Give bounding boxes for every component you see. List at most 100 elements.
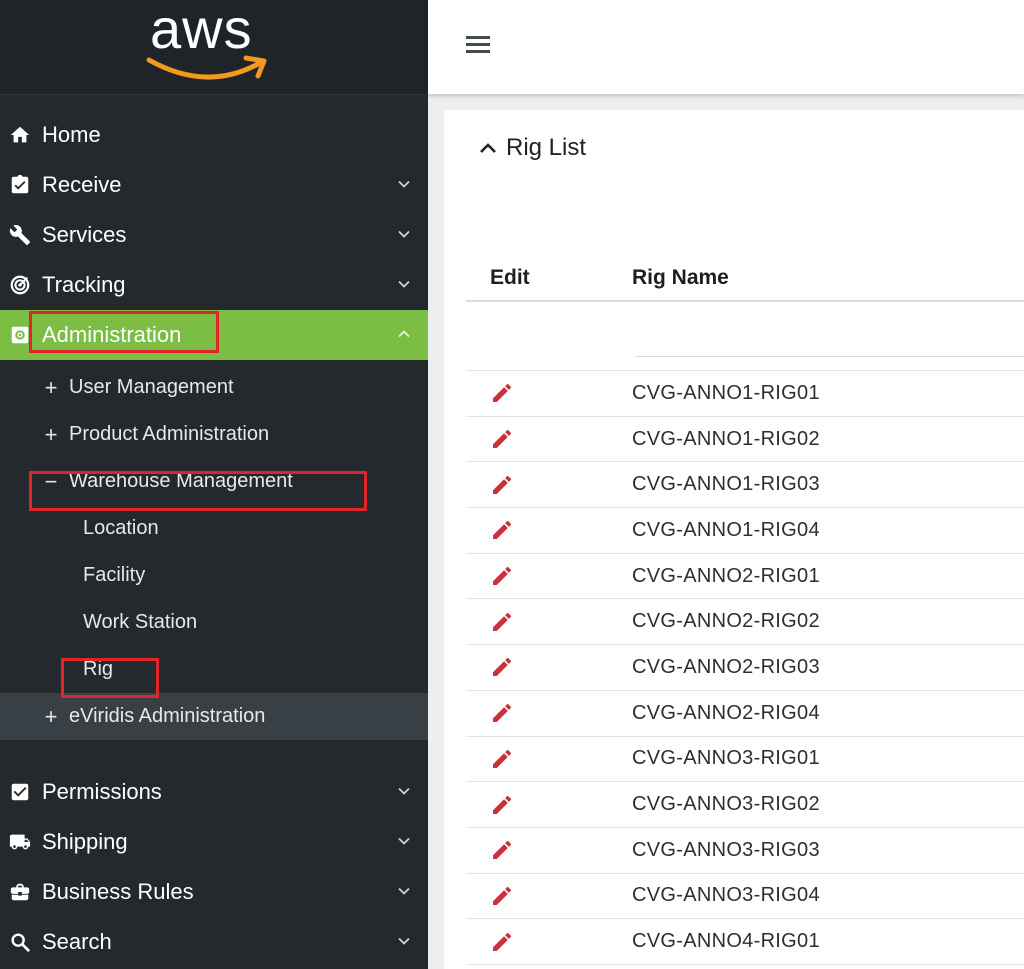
table-row: CVG-ANNO1-RIG03	[466, 462, 1024, 509]
table-row: CVG-ANNO4-RIG01	[466, 919, 1024, 965]
rig-name-cell: CVG-ANNO2-RIG02	[632, 610, 820, 633]
rig-name-cell: CVG-ANNO1-RIG03	[632, 473, 820, 496]
chevron-down-icon[interactable]	[394, 831, 414, 851]
chevron-down-icon[interactable]	[394, 174, 414, 194]
edit-cell	[466, 655, 632, 679]
pencil-edit-icon[interactable]	[490, 793, 514, 817]
pencil-edit-icon[interactable]	[490, 655, 514, 679]
table-row: CVG-ANNO1-RIG04	[466, 508, 1024, 554]
top-bar	[428, 0, 1024, 94]
pencil-edit-icon[interactable]	[490, 838, 514, 862]
table-row: CVG-ANNO3-RIG03	[466, 828, 1024, 874]
edit-cell	[466, 747, 632, 771]
rig-name-cell: CVG-ANNO4-RIG01	[632, 930, 820, 953]
table-row: CVG-ANNO2-RIG02	[466, 599, 1024, 646]
sidebar-item-permissions[interactable]: Permissions	[0, 767, 428, 817]
pencil-edit-icon[interactable]	[490, 610, 514, 634]
sidebar-item-administration[interactable]: Administration	[0, 310, 428, 360]
chevron-up-icon[interactable]	[476, 136, 500, 160]
sidebar-item-label: eViridis Administration	[69, 705, 266, 727]
home-icon	[8, 123, 32, 147]
sidebar-item-search[interactable]: Search	[0, 917, 428, 967]
sidebar-item-eviridis-administration[interactable]: + eViridis Administration	[0, 693, 428, 740]
chevron-up-icon[interactable]	[394, 324, 414, 344]
rig-list-card: Rig List Edit Rig Name CVG-ANNO1-RIG01 CV…	[444, 110, 1024, 969]
sidebar-item-work-station[interactable]: Work Station	[0, 599, 428, 646]
column-header-rig-name[interactable]: Rig Name	[632, 266, 1024, 290]
sidebar-item-warehouse-management[interactable]: − Warehouse Management	[0, 458, 428, 505]
table-row: CVG-ANNO1-RIG02	[466, 417, 1024, 463]
briefcase-icon	[8, 880, 32, 904]
rig-name-filter-input[interactable]	[636, 356, 1024, 357]
chevron-down-icon[interactable]	[394, 224, 414, 244]
column-header-edit: Edit	[490, 265, 530, 289]
sidebar-item-user-management[interactable]: + User Management	[0, 364, 428, 411]
sidebar-item-facility[interactable]: Facility	[0, 552, 428, 599]
table-body: CVG-ANNO1-RIG01 CVG-ANNO1-RIG02 CVG-ANNO1-…	[466, 371, 1024, 965]
pencil-edit-icon[interactable]	[490, 518, 514, 542]
sidebar-item-label: User Management	[69, 376, 234, 398]
card-title: Rig List	[506, 134, 587, 161]
edit-cell	[466, 473, 632, 497]
sidebar-item-receive[interactable]: Receive	[0, 160, 428, 210]
pencil-edit-icon[interactable]	[490, 701, 514, 725]
rig-name-cell: CVG-ANNO3-RIG04	[632, 884, 820, 907]
expand-plus-icon: +	[44, 421, 58, 447]
sidebar-item-label: Tracking	[42, 272, 126, 297]
chevron-down-icon[interactable]	[394, 881, 414, 901]
rig-name-cell: CVG-ANNO1-RIG02	[632, 427, 820, 450]
table-row: CVG-ANNO3-RIG04	[466, 874, 1024, 920]
edit-cell	[466, 381, 632, 405]
rig-table: Edit Rig Name CVG-ANNO1-RIG01 CVG-ANNO1-R…	[466, 255, 1024, 965]
rig-name-cell: CVG-ANNO3-RIG03	[632, 838, 820, 861]
sidebar-item-label: Location	[83, 517, 159, 539]
chevron-down-icon[interactable]	[394, 781, 414, 801]
pencil-edit-icon[interactable]	[490, 473, 514, 497]
card-header[interactable]: Rig List	[476, 134, 586, 162]
sidebar-item-label: Warehouse Management	[69, 470, 293, 492]
sidebar-item-business-rules[interactable]: Business Rules	[0, 867, 428, 917]
table-row: CVG-ANNO3-RIG02	[466, 782, 1024, 828]
checkbox-icon	[8, 780, 32, 804]
pencil-edit-icon[interactable]	[490, 930, 514, 954]
pencil-edit-icon[interactable]	[490, 884, 514, 908]
sidebar-item-label: Search	[42, 929, 112, 954]
edit-cell	[466, 701, 632, 725]
pencil-edit-icon[interactable]	[490, 427, 514, 451]
sidebar-item-tracking[interactable]: Tracking	[0, 260, 428, 310]
table-row: CVG-ANNO2-RIG04	[466, 691, 1024, 737]
sidebar-item-label: Product Administration	[69, 423, 270, 445]
pencil-edit-icon[interactable]	[490, 747, 514, 771]
edit-cell	[466, 564, 632, 588]
sidebar-item-label: Facility	[83, 564, 146, 586]
hamburger-menu-icon[interactable]	[466, 36, 490, 54]
sidebar-item-rig[interactable]: Rig	[0, 646, 428, 693]
pencil-edit-icon[interactable]	[490, 381, 514, 405]
edit-cell	[466, 930, 632, 954]
edit-cell	[466, 518, 632, 542]
sidebar-item-services[interactable]: Services	[0, 210, 428, 260]
sidebar-nav-lower: Permissions Shipping Business Rules Sear…	[0, 767, 428, 967]
chevron-down-icon[interactable]	[394, 931, 414, 951]
sidebar-item-label: Shipping	[42, 829, 128, 854]
sidebar-item-home[interactable]: Home	[0, 110, 428, 160]
sidebar-item-product-administration[interactable]: + Product Administration	[0, 411, 428, 458]
aws-logo[interactable]: aws	[140, 0, 280, 90]
sidebar-item-label: Business Rules	[42, 879, 194, 904]
table-header: Edit Rig Name	[466, 255, 1024, 302]
rig-name-cell: CVG-ANNO2-RIG04	[632, 701, 820, 724]
table-row: CVG-ANNO2-RIG01	[466, 554, 1024, 600]
table-row: CVG-ANNO3-RIG01	[466, 737, 1024, 783]
sidebar-item-location[interactable]: Location	[0, 505, 428, 552]
sidebar-item-label: Services	[42, 222, 127, 247]
rig-name-cell: CVG-ANNO3-RIG01	[632, 747, 820, 770]
filter-row	[466, 302, 1024, 371]
brand-header: aws	[0, 0, 428, 95]
pencil-edit-icon[interactable]	[490, 564, 514, 588]
rig-name-cell: CVG-ANNO2-RIG01	[632, 564, 820, 587]
sidebar-item-shipping[interactable]: Shipping	[0, 817, 428, 867]
aws-smile-icon	[146, 55, 267, 80]
edit-cell	[466, 884, 632, 908]
table-row: CVG-ANNO2-RIG03	[466, 645, 1024, 691]
chevron-down-icon[interactable]	[394, 274, 414, 294]
